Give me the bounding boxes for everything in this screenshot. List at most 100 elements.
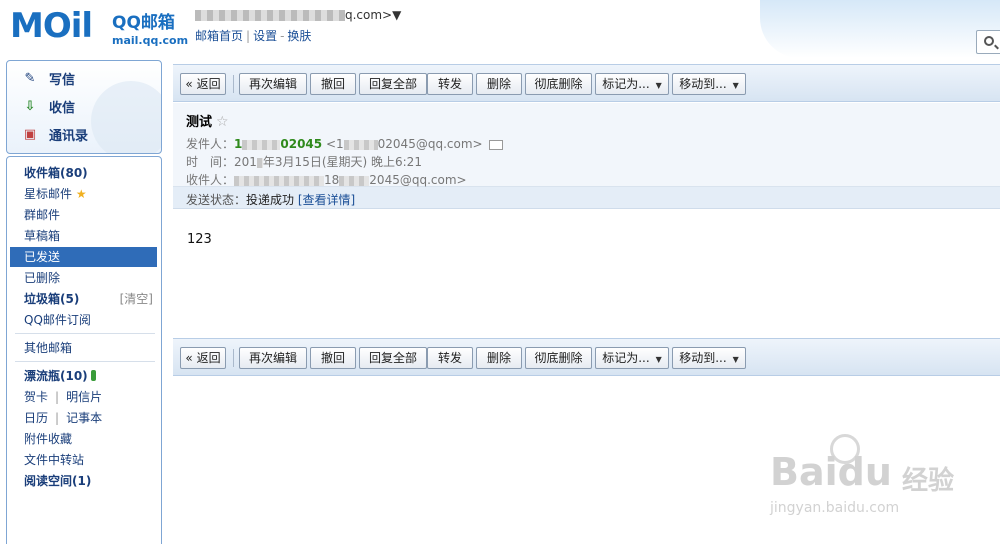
reply-all-button[interactable]: 回复全部 <box>359 347 427 369</box>
folder-group[interactable]: 群邮件 <box>7 205 161 225</box>
folder-drafts[interactable]: 草稿箱 <box>7 226 161 246</box>
time-label: 时 间： <box>186 155 235 169</box>
send-status-bar: 发送状态：投递成功 [查看详情] <box>173 187 1000 209</box>
brand-domain: mail.qq.com <box>112 34 189 47</box>
brand: QQ邮箱 mail.qq.com <box>112 8 188 47</box>
dropdown-arrow-icon: ▼ <box>655 81 662 90</box>
contacts-button[interactable]: ▣ 通讯录 <box>21 123 88 145</box>
toolbar-separator <box>233 349 234 367</box>
recipient-address[interactable]: 18 2045@qq.com> <box>234 173 467 187</box>
back-button[interactable]: « 返回 <box>180 73 226 95</box>
status-label: 发送状态： <box>186 193 247 207</box>
contact-card-icon[interactable] <box>488 139 503 150</box>
bottle-icon <box>90 370 96 381</box>
delete-button[interactable]: 删除 <box>476 73 522 95</box>
account-email-blurred <box>195 10 345 21</box>
card-link[interactable]: 贺卡 <box>24 390 48 404</box>
app-calendar-notes: 日历 | 记事本 <box>24 411 103 425</box>
folder-other[interactable]: 其他邮箱 <box>7 338 161 358</box>
reedit-button[interactable]: 再次编辑 <box>239 347 307 369</box>
watermark-cn: 经验 <box>902 466 955 496</box>
top-links: 邮箱首页 | 设置 - 换肤 <box>195 29 312 43</box>
star-outline-icon[interactable]: ☆ <box>216 114 229 130</box>
move-to-dropdown[interactable]: 移动到... ▼ <box>672 347 746 369</box>
back-button[interactable]: « 返回 <box>180 347 226 369</box>
sender-name[interactable]: 1 02045 <box>234 137 322 151</box>
status-value: 投递成功 <box>246 193 295 207</box>
folder-deleted[interactable]: 已删除 <box>7 268 161 288</box>
account-menu[interactable]: q.com>▼ <box>195 8 401 22</box>
folder-bottle[interactable]: 漂流瓶(10) <box>7 366 161 386</box>
reply-all-button[interactable]: 回复全部 <box>359 73 427 95</box>
time-line: 时 间：201 年3月15日(星期天) 晚上6:21 <box>186 153 422 170</box>
folder-spam[interactable]: 垃圾箱(5) [清空] <box>7 289 161 309</box>
account-email-suffix: q.com>▼ <box>345 8 402 22</box>
sender-address: <1 02045@qq.com> <box>325 137 483 151</box>
inbox-download-icon: ⇩ <box>24 98 36 114</box>
receive-label: 收信 <box>49 100 76 116</box>
receive-button[interactable]: ⇩ 收信 <box>21 95 75 117</box>
to-label: 收件人： <box>186 173 235 187</box>
recall-button[interactable]: 撤回 <box>310 73 356 95</box>
dropdown-arrow-icon: ▼ <box>655 355 662 364</box>
app-reading-space[interactable]: 阅读空间(1) <box>7 471 161 491</box>
watermark-brand: Baidu <box>770 450 892 494</box>
folder-sent[interactable]: 已发送 <box>10 247 157 267</box>
folder-subscription[interactable]: QQ邮件订阅 <box>7 310 161 330</box>
divider <box>15 333 155 334</box>
postcard-link[interactable]: 明信片 <box>66 390 102 404</box>
folder-starred[interactable]: 星标邮件 ★ <box>7 184 161 204</box>
pencil-icon: ✎ <box>24 70 36 86</box>
mail-body: 123 <box>187 232 212 247</box>
delete-button[interactable]: 删除 <box>476 347 522 369</box>
dropdown-arrow-icon: ▼ <box>732 355 739 364</box>
clear-spam-link[interactable]: [清空] <box>120 289 153 309</box>
sender-line: 发件人：1 02045 <1 02045@qq.com> <box>186 135 503 152</box>
toolbar-top: « 返回 再次编辑 撤回 回复全部 转发 删除 彻底删除 标记为... ▼ 移动到… <box>173 64 1000 102</box>
recall-button[interactable]: 撤回 <box>310 347 356 369</box>
search-icon <box>984 36 994 46</box>
reedit-button[interactable]: 再次编辑 <box>239 73 307 95</box>
app-attachments[interactable]: 附件收藏 <box>7 429 161 449</box>
dropdown-arrow-icon: ▼ <box>732 81 739 90</box>
star-icon: ★ <box>75 187 87 201</box>
watermark-url: jingyan.baidu.com <box>770 500 900 516</box>
quick-actions-panel: ✎ 写信 ⇩ 收信 ▣ 通讯录 <box>6 60 162 154</box>
time-value: 201 年3月15日(星期天) 晚上6:21 <box>234 155 422 169</box>
calendar-link[interactable]: 日历 <box>24 411 48 425</box>
notes-link[interactable]: 记事本 <box>66 411 102 425</box>
settings-link[interactable]: 设置 <box>253 29 277 43</box>
forward-button[interactable]: 转发 <box>427 347 473 369</box>
view-details-link[interactable]: [查看详情] <box>298 193 355 207</box>
mark-as-dropdown[interactable]: 标记为... ▼ <box>595 73 669 95</box>
compose-button[interactable]: ✎ 写信 <box>21 67 75 89</box>
qq-mail-logo[interactable]: MOil <box>10 6 93 46</box>
search-button[interactable] <box>976 30 1000 54</box>
compose-label: 写信 <box>49 72 76 88</box>
delete-forever-button[interactable]: 彻底删除 <box>525 347 592 369</box>
header: MOil QQ邮箱 mail.qq.com q.com>▼ 邮箱首页 | 设置 - 换肤 <box>0 0 1000 58</box>
folder-inbox[interactable]: 收件箱(80) <box>7 163 161 183</box>
toolbar-bottom: « 返回 再次编辑 撤回 回复全部 转发 删除 彻底删除 标记为... ▼ 移动到… <box>173 338 1000 376</box>
baidu-jingyan-watermark: Baidu 经验 jingyan.baidu.com <box>770 434 970 530</box>
home-link[interactable]: 邮箱首页 <box>195 29 243 43</box>
app-file-transfer[interactable]: 文件中转站 <box>7 450 161 470</box>
toolbar-separator <box>233 75 234 93</box>
divider <box>15 361 155 362</box>
contacts-icon: ▣ <box>23 126 37 142</box>
header-sky-decoration <box>760 0 1000 58</box>
move-to-dropdown[interactable]: 移动到... ▼ <box>672 73 746 95</box>
forward-button[interactable]: 转发 <box>427 73 473 95</box>
brand-name: QQ邮箱 <box>112 13 175 33</box>
folder-list: 收件箱(80) 星标邮件 ★ 群邮件 草稿箱 已发送 已删除 垃圾箱(5) [清空… <box>6 156 162 544</box>
sidebar: ✎ 写信 ⇩ 收信 ▣ 通讯录 收件箱(80) 星标邮件 ★ 群邮件 草稿箱 已… <box>6 60 162 544</box>
app-card-postcard: 贺卡 | 明信片 <box>24 390 103 404</box>
mark-as-dropdown[interactable]: 标记为... ▼ <box>595 347 669 369</box>
skin-link[interactable]: 换肤 <box>287 29 311 43</box>
mail-header: 测试 ☆ 发件人：1 02045 <1 02045@qq.com> 时 间：201 年3… <box>173 103 1000 187</box>
mail-subject: 测试 ☆ <box>186 114 229 130</box>
recipient-line: 收件人： 18 2045@qq.com> <box>186 171 467 188</box>
penguin-decoration <box>91 81 161 153</box>
from-label: 发件人： <box>186 137 235 151</box>
delete-forever-button[interactable]: 彻底删除 <box>525 73 592 95</box>
